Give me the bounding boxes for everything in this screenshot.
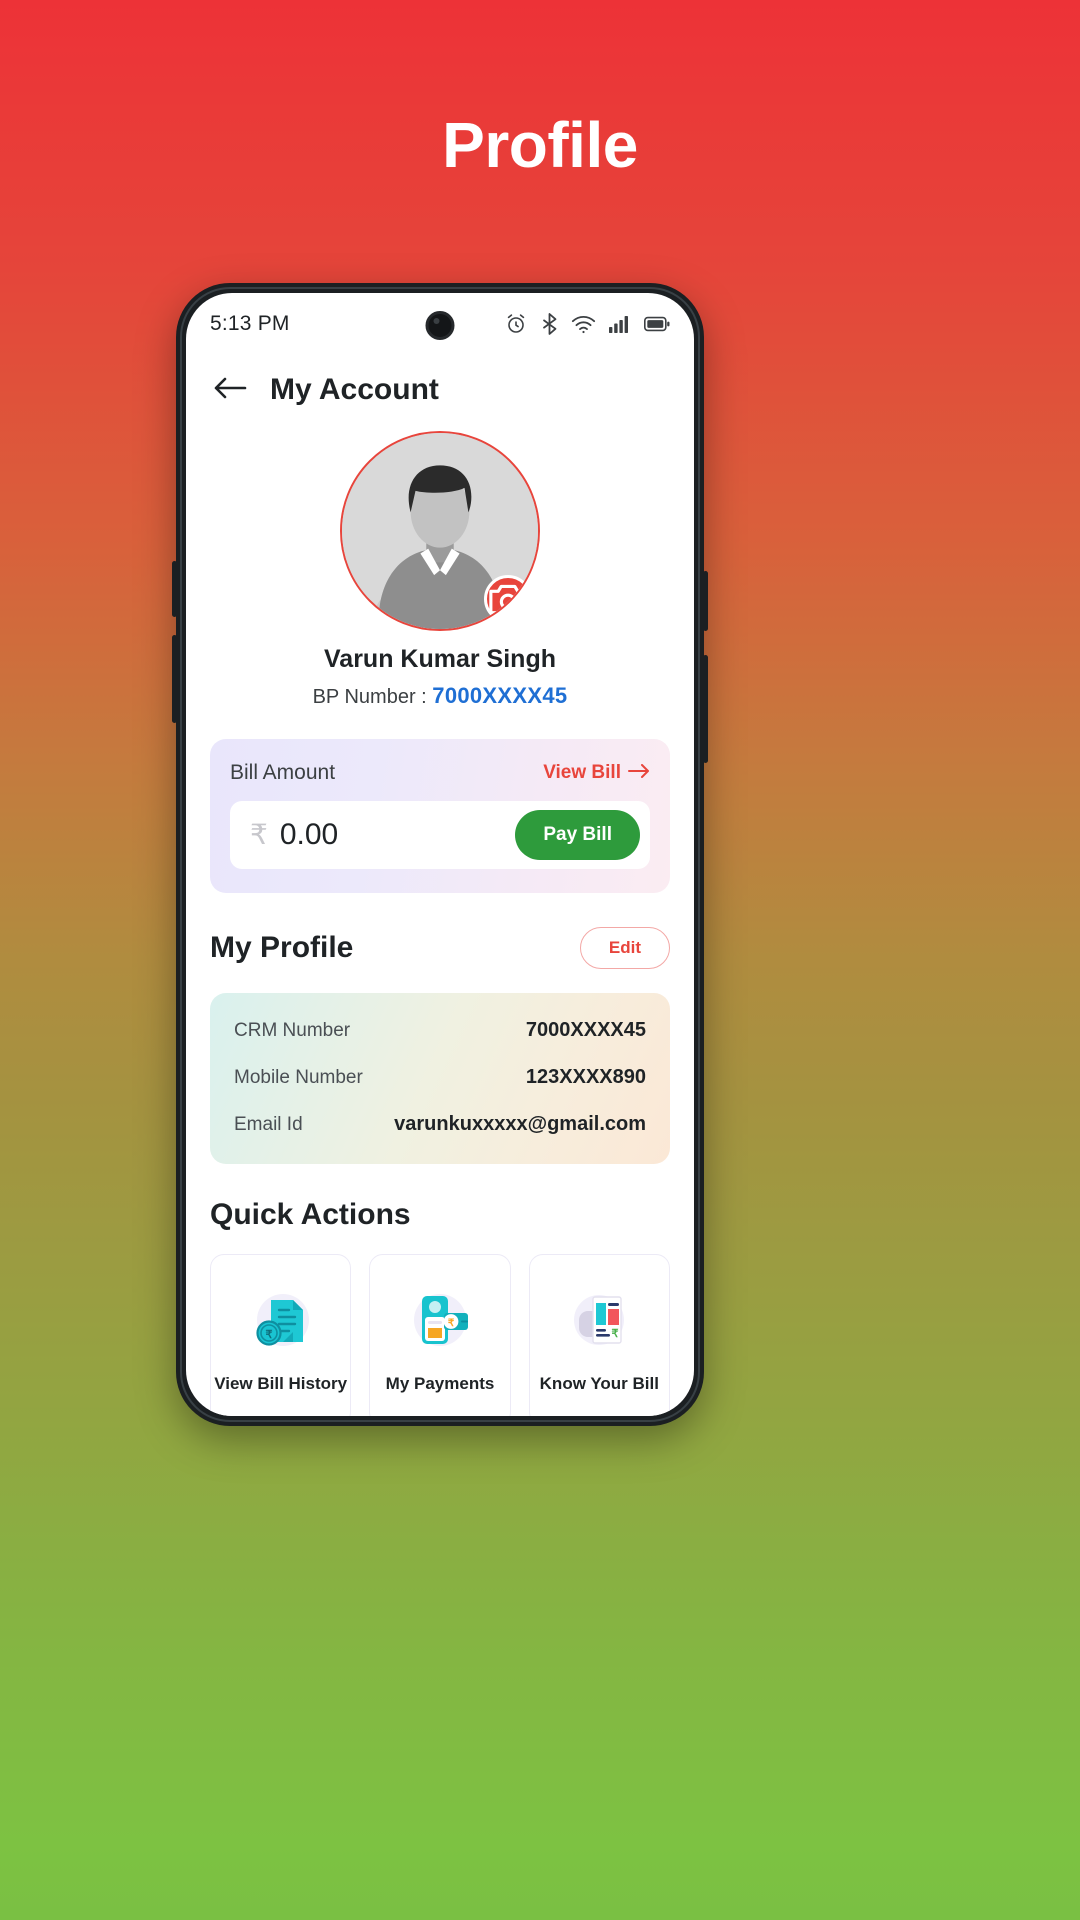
quick-action-know-your-bill[interactable]: ₹ Know Your Bill xyxy=(528,1254,670,1416)
pay-bill-button[interactable]: Pay Bill xyxy=(515,810,640,860)
bluetooth-icon xyxy=(541,312,558,336)
cellular-signal-icon xyxy=(609,314,631,334)
svg-text:₹: ₹ xyxy=(612,1328,619,1340)
phone-button-left-lower xyxy=(172,635,177,723)
bp-number-value: 7000XXXX45 xyxy=(432,683,568,708)
phone-screen: 5:13 PM My Account Varun Kumar Singh BP … xyxy=(186,293,694,1416)
arrow-right-icon xyxy=(628,762,650,784)
detail-value: 7000XXXX45 xyxy=(525,1019,646,1041)
view-bill-link[interactable]: View Bill xyxy=(543,762,650,784)
front-camera-punch-hole xyxy=(425,311,455,340)
app-bar: My Account xyxy=(186,355,694,413)
quick-actions-title: Quick Actions xyxy=(210,1198,411,1231)
my-profile-title: My Profile xyxy=(210,931,354,964)
detail-label: Mobile Number xyxy=(234,1066,363,1088)
status-bar-time: 5:13 PM xyxy=(210,312,290,335)
bill-document-rupee-icon: ₹ xyxy=(245,1286,317,1358)
phone-button-left-upper xyxy=(172,561,177,617)
bill-amount-label: Bill Amount xyxy=(230,761,336,784)
detail-value: 123XXXX890 xyxy=(525,1066,646,1088)
phone-payment-card-icon: ₹ xyxy=(404,1286,476,1358)
quick-action-label: Know Your Bill xyxy=(539,1374,659,1393)
detail-label: CRM Number xyxy=(234,1019,351,1041)
bill-breakdown-icon: ₹ xyxy=(563,1286,635,1358)
battery-icon xyxy=(644,316,670,332)
edit-profile-button[interactable]: Edit xyxy=(579,927,670,969)
bp-number-row: BP Number : 7000XXXX45 xyxy=(313,683,568,709)
detail-value: varunkuxxxxx@gmail.com xyxy=(394,1113,646,1135)
avatar[interactable] xyxy=(340,431,540,631)
status-bar-icons xyxy=(504,312,670,336)
bp-number-label: BP Number : xyxy=(312,686,427,708)
table-row: CRM Number 7000XXXX45 xyxy=(234,1019,646,1042)
screenshot-root: Profile 5:13 PM My Account Varun Kumar S… xyxy=(0,0,1080,1920)
table-row: Mobile Number 123XXXX890 xyxy=(234,1066,646,1089)
bill-amount-card: Bill Amount View Bill ₹ 0.00 Pay Bill xyxy=(210,739,670,893)
quick-action-view-bill-history[interactable]: ₹ View Bill History xyxy=(210,1254,352,1416)
table-row: Email Id varunkuxxxxx@gmail.com xyxy=(234,1113,646,1136)
phone-button-right-lower xyxy=(703,655,708,763)
my-profile-header: My Profile Edit xyxy=(210,927,670,969)
bill-amount-value: 0.00 xyxy=(279,818,339,851)
quick-action-my-payments[interactable]: ₹ My Payments xyxy=(369,1254,511,1416)
page-heading: My Account xyxy=(270,373,439,406)
wifi-icon xyxy=(571,314,596,334)
quick-actions-grid: ₹ View Bill History ₹ My Payments ₹ Know… xyxy=(210,1254,670,1416)
status-bar: 5:13 PM xyxy=(186,293,694,355)
svg-text:₹: ₹ xyxy=(265,1329,272,1341)
profile-name: Varun Kumar Singh xyxy=(324,645,556,673)
page-title: Profile xyxy=(442,109,638,181)
rupee-symbol-icon: ₹ xyxy=(250,819,268,850)
profile-header: Varun Kumar Singh BP Number : 7000XXXX45 xyxy=(210,431,670,709)
phone-device-frame: 5:13 PM My Account Varun Kumar Singh BP … xyxy=(172,283,708,1426)
arrow-left-icon[interactable] xyxy=(212,374,248,407)
phone-button-right-upper xyxy=(703,571,708,631)
camera-icon[interactable] xyxy=(484,575,532,623)
alarm-icon xyxy=(504,312,528,336)
bill-card-header: Bill Amount View Bill xyxy=(230,761,650,785)
profile-details-card: CRM Number 7000XXXX45 Mobile Number 123X… xyxy=(210,993,670,1164)
scroll-content: Varun Kumar Singh BP Number : 7000XXXX45… xyxy=(186,431,694,1416)
bill-amount-field[interactable]: ₹ 0.00 Pay Bill xyxy=(230,801,650,869)
detail-label: Email Id xyxy=(234,1113,303,1135)
quick-action-label: View Bill History xyxy=(214,1374,348,1393)
view-bill-label: View Bill xyxy=(543,762,621,783)
svg-text:₹: ₹ xyxy=(448,1318,455,1329)
quick-action-label: My Payments xyxy=(385,1374,495,1393)
